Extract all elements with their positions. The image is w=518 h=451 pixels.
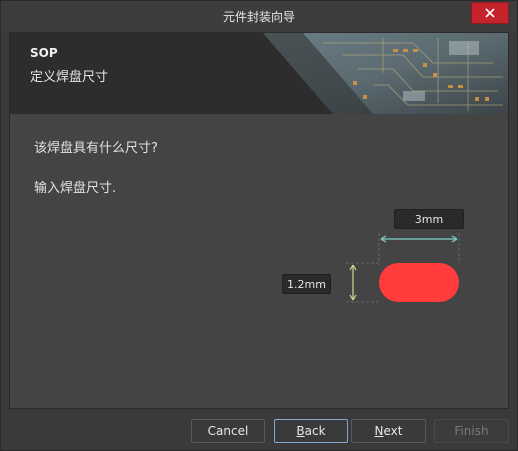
back-button-label: ack (304, 424, 326, 438)
pad-width-field[interactable]: 3mm (394, 209, 464, 229)
title-bar[interactable]: 元件封装向导 (1, 1, 517, 32)
back-button[interactable]: Back (274, 419, 348, 443)
next-button-mnemonic: N (374, 424, 384, 438)
height-dimension (346, 262, 378, 303)
back-button-mnemonic: B (296, 424, 305, 438)
next-button-label: ext (383, 424, 403, 438)
close-icon (485, 8, 495, 18)
finish-button: Finish (434, 419, 509, 443)
next-button[interactable]: Next (351, 419, 426, 443)
width-dimension (378, 233, 460, 265)
window-title: 元件封装向导 (222, 10, 295, 24)
cancel-button[interactable]: Cancel (191, 419, 265, 443)
pad-shape (379, 263, 459, 302)
pad-height-field[interactable]: 1.2mm (282, 274, 331, 294)
close-button[interactable] (471, 2, 509, 24)
wizard-page: SOP 定义焊盘尺寸 该焊盘具有什么尺寸? 输入焊盘尺寸. 3mm 1.2mm (9, 32, 509, 409)
wizard-window: 元件封装向导 SOP 定义焊盘尺寸 该焊盘具有什么尺寸? 输入焊盘尺寸. 3mm… (0, 0, 518, 451)
